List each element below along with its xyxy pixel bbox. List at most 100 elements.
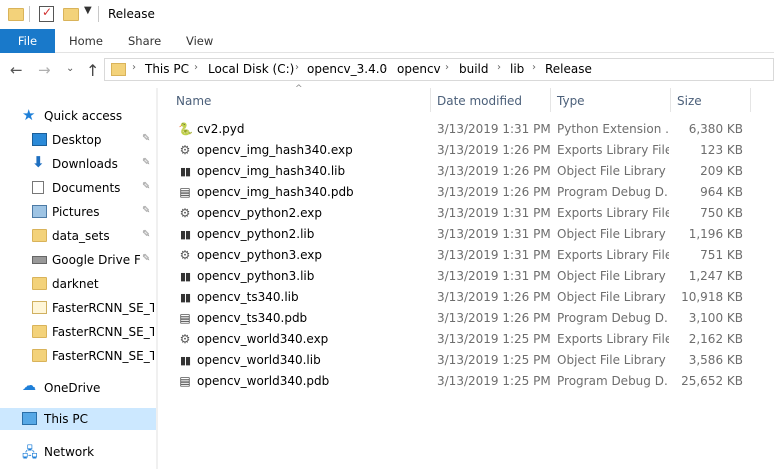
table-row[interactable]: ⚙ opencv_world340.exp 3/13/2019 1:25 PM Exp…	[168, 329, 774, 350]
folder-icon	[32, 277, 47, 290]
file-name: opencv_python2.lib	[197, 227, 315, 241]
breadcrumb-opencv-340[interactable]: opencv_3.4.0	[307, 62, 387, 76]
file-name: opencv_python2.exp	[197, 206, 322, 220]
sidebar-item-downloads[interactable]: ⬇ Downloads ✎	[0, 153, 156, 175]
table-row[interactable]: ▮▮ opencv_img_hash340.lib 3/13/2019 1:26 P…	[168, 161, 774, 182]
file-name: opencv_ts340.lib	[197, 290, 299, 304]
file-rows: 🐍 cv2.pyd 3/13/2019 1:31 PM Python Extensio…	[168, 119, 774, 392]
breadcrumb-separator[interactable]: ›	[295, 62, 299, 73]
new-folder-icon[interactable]	[63, 8, 79, 21]
properties-icon[interactable]	[39, 5, 54, 22]
column-header-type[interactable]: Type	[557, 94, 585, 108]
breadcrumb-build[interactable]: build	[459, 62, 489, 76]
quick-access-separator	[29, 6, 30, 22]
recent-locations-icon[interactable]: ⌄	[66, 63, 74, 74]
sidebar-item-fasterrcnn-1[interactable]: FasterRCNN_SE_Tes	[0, 297, 156, 319]
address-bar[interactable]: › This PC › Local Disk (C:) › opencv_3.4…	[104, 58, 774, 81]
lib-file-icon: ▮▮	[179, 291, 191, 304]
sidebar-item-data-sets[interactable]: data_sets ✎	[0, 225, 156, 247]
table-row[interactable]: ▤ opencv_img_hash340.pdb 3/13/2019 1:26 PM…	[168, 182, 774, 203]
breadcrumb-separator[interactable]: ›	[383, 62, 387, 73]
file-date: 3/13/2019 1:26 PM	[437, 164, 551, 178]
title-bar: ▼ Release	[0, 0, 774, 29]
sidebar-item-label: Desktop	[52, 133, 102, 147]
sidebar-item-quick-access[interactable]: ★ Quick access	[0, 105, 156, 127]
pin-icon[interactable]: ✎	[142, 229, 150, 240]
pin-icon[interactable]: ✎	[142, 133, 150, 144]
file-date: 3/13/2019 1:25 PM	[437, 332, 551, 346]
breadcrumb-local-disk[interactable]: Local Disk (C:)	[208, 62, 294, 76]
tab-file[interactable]: File	[0, 29, 55, 53]
sidebar-item-this-pc[interactable]: This PC	[0, 408, 156, 430]
forward-arrow-icon[interactable]: →	[38, 61, 51, 79]
sidebar-item-network[interactable]: 🖧 Network	[0, 441, 156, 463]
tab-view[interactable]: View	[186, 29, 213, 53]
file-date: 3/13/2019 1:26 PM	[437, 311, 551, 325]
column-divider[interactable]	[430, 88, 431, 112]
tab-share[interactable]: Share	[128, 29, 161, 53]
breadcrumb-separator[interactable]: ›	[532, 62, 536, 73]
table-row[interactable]: ▮▮ opencv_ts340.lib 3/13/2019 1:26 PM Objec…	[168, 287, 774, 308]
sidebar-item-darknet[interactable]: darknet	[0, 273, 156, 295]
breadcrumb-separator[interactable]: ›	[132, 62, 136, 73]
file-name: opencv_python3.exp	[197, 248, 322, 262]
file-size: 751 KB	[700, 248, 743, 262]
table-row[interactable]: ▮▮ opencv_python2.lib 3/13/2019 1:31 PM Obj…	[168, 224, 774, 245]
column-header-name[interactable]: Name	[176, 94, 211, 108]
sidebar-item-fasterrcnn-2[interactable]: FasterRCNN_SE_Tes	[0, 321, 156, 343]
breadcrumb-separator[interactable]: ›	[497, 62, 501, 73]
file-name: opencv_world340.exp	[197, 332, 329, 346]
table-row[interactable]: ▮▮ opencv_world340.lib 3/13/2019 1:25 PM Ob…	[168, 350, 774, 371]
sidebar-item-pictures[interactable]: Pictures ✎	[0, 201, 156, 223]
column-divider[interactable]	[750, 88, 751, 112]
file-size: 6,380 KB	[688, 122, 743, 136]
folder-icon	[32, 229, 47, 242]
table-row[interactable]: 🐍 cv2.pyd 3/13/2019 1:31 PM Python Extensio…	[168, 119, 774, 140]
table-row[interactable]: ⚙ opencv_python3.exp 3/13/2019 1:31 PM Expo…	[168, 245, 774, 266]
file-list[interactable]: ^ Name Date modified Type Size 🐍 cv2.pyd 3…	[168, 84, 774, 469]
table-row[interactable]: ⚙ opencv_img_hash340.exp 3/13/2019 1:26 PM…	[168, 140, 774, 161]
table-row[interactable]: ⚙ opencv_python2.exp 3/13/2019 1:31 PM Expo…	[168, 203, 774, 224]
table-row[interactable]: ▤ opencv_ts340.pdb 3/13/2019 1:26 PM Progra…	[168, 308, 774, 329]
file-date: 3/13/2019 1:31 PM	[437, 206, 551, 220]
column-divider[interactable]	[670, 88, 671, 112]
sidebar-item-label: Pictures	[52, 205, 100, 219]
column-header-size[interactable]: Size	[677, 94, 702, 108]
breadcrumb-separator[interactable]: ›	[445, 62, 449, 73]
sidebar-item-documents[interactable]: Documents ✎	[0, 177, 156, 199]
drive-icon	[32, 256, 47, 264]
breadcrumb-opencv[interactable]: opencv	[397, 62, 441, 76]
table-row[interactable]: ▮▮ opencv_python3.lib 3/13/2019 1:31 PM Obj…	[168, 266, 774, 287]
window-title: Release	[108, 7, 155, 21]
folder-icon	[111, 63, 126, 76]
column-header-date[interactable]: Date modified	[437, 94, 522, 108]
breadcrumb-lib[interactable]: lib	[510, 62, 524, 76]
breadcrumb-separator[interactable]: ›	[194, 62, 198, 73]
pin-icon[interactable]: ✎	[142, 181, 150, 192]
file-name: opencv_ts340.pdb	[197, 311, 308, 325]
file-date: 3/13/2019 1:31 PM	[437, 122, 551, 136]
table-row[interactable]: ▤ opencv_world340.pdb 3/13/2019 1:25 PM Pro…	[168, 371, 774, 392]
sidebar-scrollbar[interactable]	[156, 88, 158, 469]
navigation-pane[interactable]: ★ Quick access Desktop ✎ ⬇ Downloads ✎ D…	[0, 88, 156, 469]
back-arrow-icon[interactable]: ←	[10, 61, 23, 79]
file-type: Object File Library	[557, 353, 666, 367]
sidebar-item-fasterrcnn-3[interactable]: FasterRCNN_SE_Tra	[0, 345, 156, 367]
sidebar-item-label: darknet	[52, 277, 99, 291]
file-type: Object File Library	[557, 269, 666, 283]
sidebar-item-onedrive[interactable]: ☁ OneDrive	[0, 377, 156, 399]
python-file-icon: 🐍	[178, 122, 193, 136]
pin-icon[interactable]: ✎	[142, 157, 150, 168]
breadcrumb-release[interactable]: Release	[545, 62, 592, 76]
pin-icon[interactable]: ✎	[142, 253, 150, 264]
pdb-file-icon: ▤	[179, 311, 191, 325]
customize-toolbar-icon[interactable]: ▼	[84, 5, 92, 16]
pin-icon[interactable]: ✎	[142, 205, 150, 216]
breadcrumb-this-pc[interactable]: This PC	[145, 62, 189, 76]
up-arrow-icon[interactable]: ↑	[86, 61, 99, 80]
pictures-icon	[32, 205, 47, 218]
column-divider[interactable]	[550, 88, 551, 112]
sidebar-item-desktop[interactable]: Desktop ✎	[0, 129, 156, 151]
sidebar-item-google-drive[interactable]: Google Drive File ✎	[0, 249, 156, 271]
tab-home[interactable]: Home	[69, 29, 103, 53]
